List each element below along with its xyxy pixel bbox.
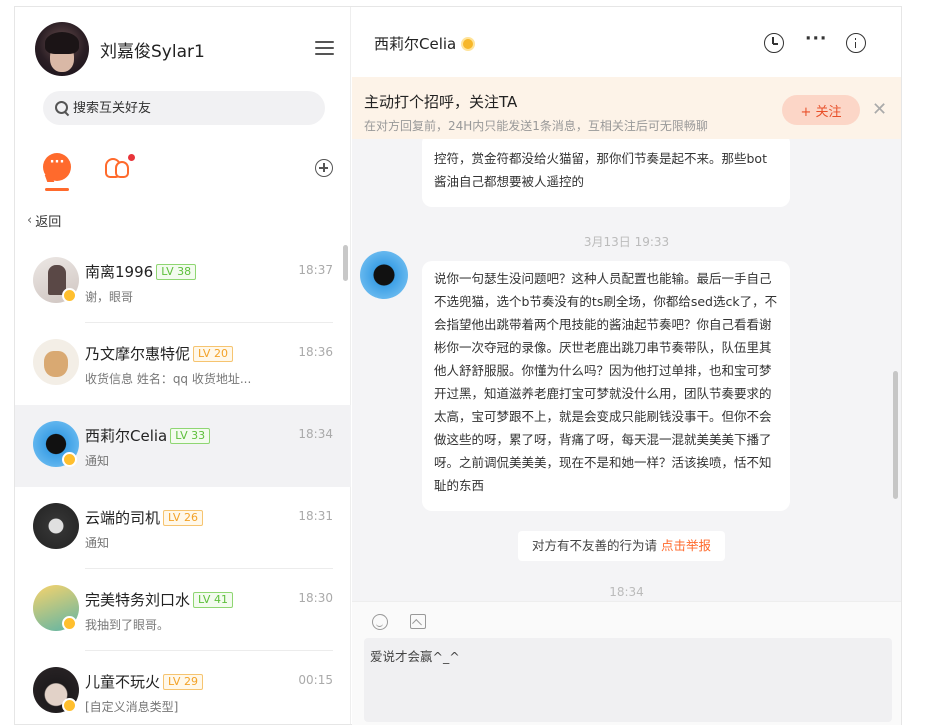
image-icon[interactable] [410,614,426,629]
contact-name: 西莉尔Celia [85,427,168,445]
chat-header: 西莉尔Celia ··· [352,7,901,77]
profile[interactable]: 刘嘉俊Sylar1 [35,21,205,77]
follow-banner-subtitle: 在对方回复前，24H内只能发送1条消息，互相关注后可无限畅聊 [364,119,708,133]
composer [352,601,901,725]
level-badge: LV 41 [193,591,233,608]
chat-scrollbar[interactable] [893,371,898,499]
contact-time: 18:37 [298,263,333,277]
level-badge: LV 29 [163,673,203,690]
sender-avatar[interactable] [360,251,408,299]
back-label: 返回 [35,215,62,230]
contact-avatar [33,503,79,549]
contact-item[interactable]: 乃文摩尔惠特伲 LV 20 18:36 收货信息 姓名：qq 收货地址... [15,323,351,405]
message-timestamp: 18:34 [609,585,644,599]
contact-item[interactable]: 儿童不玩火 LV 29 00:15 [自定义消息类型] [15,651,351,725]
chat-panel: 西莉尔Celia ··· 主动打个招呼，关注TA 在对方回复前，24H内只能发送… [352,7,901,725]
contact-time: 00:15 [298,673,333,687]
level-badge: LV 26 [163,509,203,526]
contact-last-message: 通知 [85,454,110,468]
vip-badge-icon [62,288,77,303]
emoji-icon[interactable] [372,614,388,630]
message-input[interactable] [364,638,892,722]
contact-list: 南离1996 LV 38 18:37 谢，眼哥 乃文摩尔惠特伲 LV 20 18:3… [15,241,351,725]
back-button[interactable]: ‹ 返回 [27,211,61,230]
info-icon[interactable] [846,33,866,53]
contact-last-message: 收货信息 姓名：qq 收货地址... [85,372,252,386]
sidebar-scrollbar[interactable] [343,245,348,281]
message-bubble: 说你一句瑟生没问题吧？这种人员配置也能输。最后一手自己不选兜猫，选个b节奏没有的… [422,261,790,511]
follow-banner: 主动打个招呼，关注TA 在对方回复前，24H内只能发送1条消息，互相关注后可无限… [352,77,901,139]
app-window: 刘嘉俊Sylar1 ‹ 返回 南离1996LV 38 18:37 [14,6,902,725]
contact-last-message: [自定义消息类型] [85,700,179,714]
sidebar-tabs [43,153,339,191]
vip-badge-icon [62,616,77,631]
message-timestamp: 3月13日 19:33 [583,235,670,249]
contact-item[interactable]: 完美特务刘口水 LV 41 18:30 我抽到了眼哥。 [15,569,351,651]
contact-item-selected[interactable]: 西莉尔Celia LV 33 18:34 通知 [15,405,351,487]
vip-badge-icon [62,452,77,467]
follow-banner-title: 主动打个招呼，关注TA [364,93,518,111]
more-dots-icon[interactable]: ··· [805,31,826,53]
contact-last-message: 我抽到了眼哥。 [85,618,170,632]
level-badge: LV 38 [156,263,197,280]
contact-name: 完美特务刘口水 [85,591,191,609]
contact-time: 18:34 [298,427,333,441]
active-tab-indicator [45,188,69,191]
contact-name: 南离1996 [85,263,154,281]
contact-avatar [33,339,79,385]
message-input-area[interactable] [364,638,892,722]
contact-name: 云端的司机 [85,509,161,527]
contact-time: 18:30 [298,591,333,605]
user-avatar[interactable] [35,22,89,76]
contact-time: 18:36 [298,345,333,359]
contacts-icon[interactable] [105,154,135,180]
vip-badge-icon [461,36,476,51]
report-link[interactable]: 点击举报 [661,538,711,553]
close-icon[interactable]: ✕ [872,101,887,119]
username: 刘嘉俊Sylar1 [100,41,205,62]
contact-time: 18:31 [298,509,333,523]
follow-button[interactable]: + 关注 [782,95,860,125]
chat-title: 西莉尔Celia [374,33,476,54]
hamburger-menu-icon[interactable] [315,41,334,55]
chevron-left-icon: ‹ [27,213,33,228]
search-icon [55,101,69,115]
message-list: 控符，赏金符都没给火猫留，那你们节奏是起不来。那些bot酱油自己都想要被人遥控的… [352,139,901,601]
search-input[interactable] [73,100,313,116]
sidebar: 刘嘉俊Sylar1 ‹ 返回 南离1996LV 38 18:37 [15,7,351,724]
search-box[interactable] [43,91,325,125]
contact-last-message: 谢，眼哥 [85,290,134,304]
notification-dot [128,154,135,161]
plus-circle-icon[interactable] [315,159,333,177]
message-bubble: 控符，赏金符都没给火猫留，那你们节奏是起不来。那些bot酱油自己都想要被人遥控的 [422,139,790,207]
contact-name: 乃文摩尔惠特伲 [85,345,191,363]
contact-item[interactable]: 南离1996 LV 38 18:37 谢，眼哥 [15,241,351,323]
report-notice-text: 对方有不友善的行为请 [532,538,661,553]
contact-last-message: 通知 [85,536,110,550]
contact-item[interactable]: 云端的司机 LV 26 18:31 通知 [15,487,351,569]
contact-name: 儿童不玩火 [85,673,161,691]
level-badge: LV 20 [193,345,233,362]
report-notice: 对方有不友善的行为请 点击举报 [518,531,725,561]
clock-icon[interactable] [764,33,784,53]
chat-bubble-icon[interactable] [43,153,71,181]
vip-badge-icon [62,698,77,713]
chat-title-text: 西莉尔Celia [374,35,457,53]
level-badge: LV 33 [170,427,211,444]
